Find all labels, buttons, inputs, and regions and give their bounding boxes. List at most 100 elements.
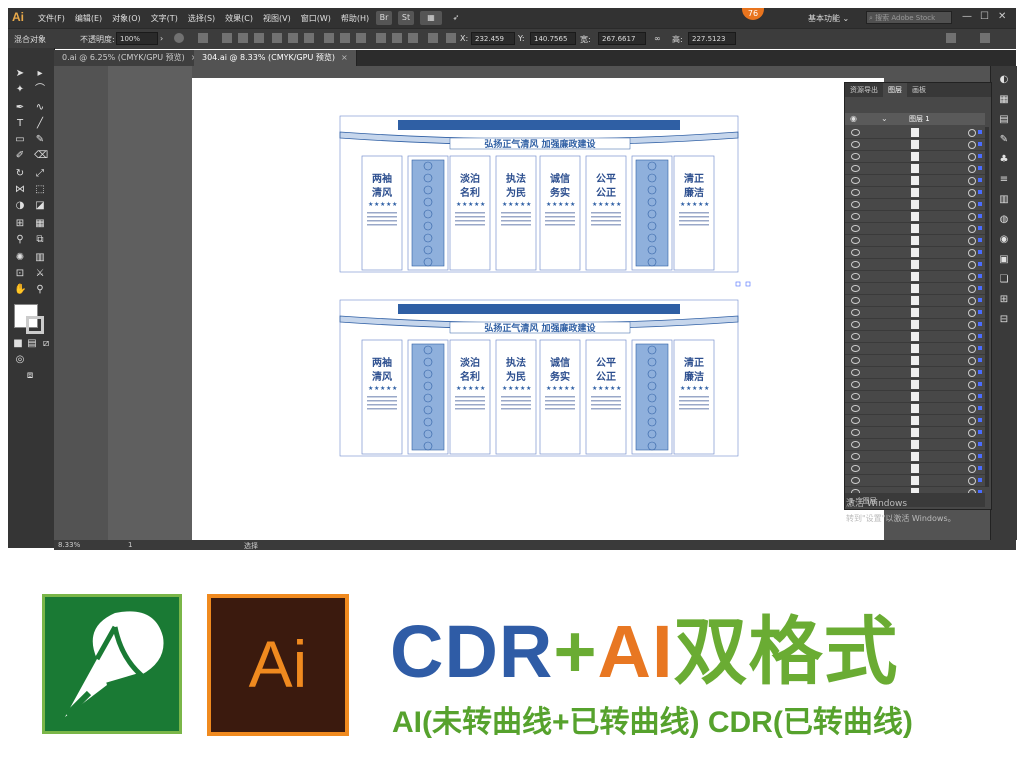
selection-indicator[interactable] [978,238,982,242]
visibility-eye-icon[interactable]: ◉ [850,114,857,123]
target-icon[interactable] [968,261,976,269]
target-icon[interactable] [968,429,976,437]
reference-point-icon[interactable] [446,33,456,43]
line-tool-icon[interactable]: ╱ [34,118,46,130]
x-field[interactable]: 232.459 [471,32,515,45]
symbols-icon[interactable]: ♣ [998,154,1010,166]
selection-indicator[interactable] [978,382,982,386]
target-icon[interactable] [968,465,976,473]
selection-indicator[interactable] [978,130,982,134]
paintbrush-tool-icon[interactable]: ✎ [34,134,46,146]
target-icon[interactable] [968,165,976,173]
selection-indicator[interactable] [978,214,982,218]
shape-builder-tool-icon[interactable]: ◑ [14,200,26,212]
layers-scrollbar[interactable] [985,127,989,487]
visibility-eye-icon[interactable] [851,321,860,328]
close-tab-icon[interactable]: × [341,53,348,62]
selection-handle[interactable] [745,281,751,287]
target-icon[interactable] [968,477,976,485]
sublayer-row[interactable] [845,379,985,391]
transform-options-icon[interactable] [198,33,208,43]
selection-indicator[interactable] [978,478,982,482]
selection-indicator[interactable] [978,178,982,182]
visibility-eye-icon[interactable] [851,273,860,280]
target-icon[interactable] [968,381,976,389]
artboards-icon[interactable]: ⊞ [998,294,1010,306]
pen-tool-icon[interactable]: ✒ [14,102,26,114]
sublayer-row[interactable] [845,391,985,403]
sublayer-row[interactable] [845,295,985,307]
stock-search-input[interactable]: ⌕ 搜索 Adobe Stock [866,11,952,24]
selection-indicator[interactable] [978,274,982,278]
visibility-eye-icon[interactable] [851,441,860,448]
sublayer-row[interactable] [845,199,985,211]
sublayer-row[interactable] [845,319,985,331]
distribute-vcenter-icon[interactable] [340,33,350,43]
sublayer-row[interactable] [845,439,985,451]
symbol-sprayer-tool-icon[interactable]: ✺ [14,252,26,264]
screen-mode-icon[interactable]: ⧈ [24,370,36,382]
tab-layers[interactable]: 图层 [883,83,907,97]
target-icon[interactable] [968,321,976,329]
minimize-icon[interactable]: — [962,11,972,22]
y-field[interactable]: 140.7565 [530,32,576,45]
visibility-eye-icon[interactable] [851,261,860,268]
magic-wand-tool-icon[interactable]: ✦ [14,84,26,96]
selection-tool-icon[interactable]: ➤ [14,68,26,80]
sublayer-row[interactable] [845,283,985,295]
selection-indicator[interactable] [978,298,982,302]
bridge-button[interactable]: Br [376,11,392,25]
sublayer-row[interactable] [845,355,985,367]
gpu-performance-icon[interactable]: ➶ [448,11,464,25]
tab-asset-export[interactable]: 资源导出 [845,83,883,97]
visibility-eye-icon[interactable] [851,369,860,376]
direct-selection-tool-icon[interactable]: ▸ [34,68,46,80]
menu-type[interactable]: 文字(T) [151,13,178,24]
isolate-icon[interactable] [946,33,956,43]
live-paint-tool-icon[interactable]: ◪ [34,200,46,212]
sublayer-row[interactable] [845,343,985,355]
target-icon[interactable] [968,405,976,413]
target-icon[interactable] [968,177,976,185]
target-icon[interactable] [968,453,976,461]
scale-tool-icon[interactable]: ⤢ [34,168,46,180]
target-icon[interactable] [968,129,976,137]
layer-row-main[interactable]: ◉ ⌄ 图层 1 [845,113,985,125]
target-icon[interactable] [968,345,976,353]
target-icon[interactable] [968,273,976,281]
align-panel-icon[interactable]: ⊟ [998,314,1010,326]
visibility-eye-icon[interactable] [851,477,860,484]
menu-file[interactable]: 文件(F) [38,13,65,24]
visibility-eye-icon[interactable] [851,453,860,460]
visibility-eye-icon[interactable] [851,297,860,304]
align-bottom-icon[interactable] [304,33,314,43]
visibility-eye-icon[interactable] [851,285,860,292]
width-tool-icon[interactable]: ⋈ [14,184,26,196]
selection-indicator[interactable] [978,466,982,470]
menu-object[interactable]: 对象(O) [112,13,141,24]
visibility-eye-icon[interactable] [851,141,860,148]
align-center-icon[interactable] [238,33,248,43]
layers-icon[interactable]: ❏ [998,274,1010,286]
link-icon[interactable]: ∞ [654,34,661,43]
none-mode-icon[interactable]: ⧄ [40,338,52,350]
selection-indicator[interactable] [978,142,982,146]
workspace-switcher[interactable]: 基本功能 ⌄ [808,13,849,24]
selection-indicator[interactable] [978,346,982,350]
sublayer-row[interactable] [845,415,985,427]
sublayer-row[interactable] [845,427,985,439]
selection-indicator[interactable] [978,442,982,446]
close-icon[interactable]: ✕ [998,11,1006,22]
visibility-eye-icon[interactable] [851,213,860,220]
stock-button[interactable]: St [398,11,414,25]
visibility-eye-icon[interactable] [851,381,860,388]
opacity-field[interactable]: 100% [116,32,158,45]
sublayer-row[interactable] [845,127,985,139]
target-icon[interactable] [968,369,976,377]
sublayer-row[interactable] [845,163,985,175]
distribute-left-icon[interactable] [376,33,386,43]
selection-indicator[interactable] [978,322,982,326]
color-guide-icon[interactable]: ▦ [998,94,1010,106]
sublayer-row[interactable] [845,271,985,283]
visibility-eye-icon[interactable] [851,309,860,316]
